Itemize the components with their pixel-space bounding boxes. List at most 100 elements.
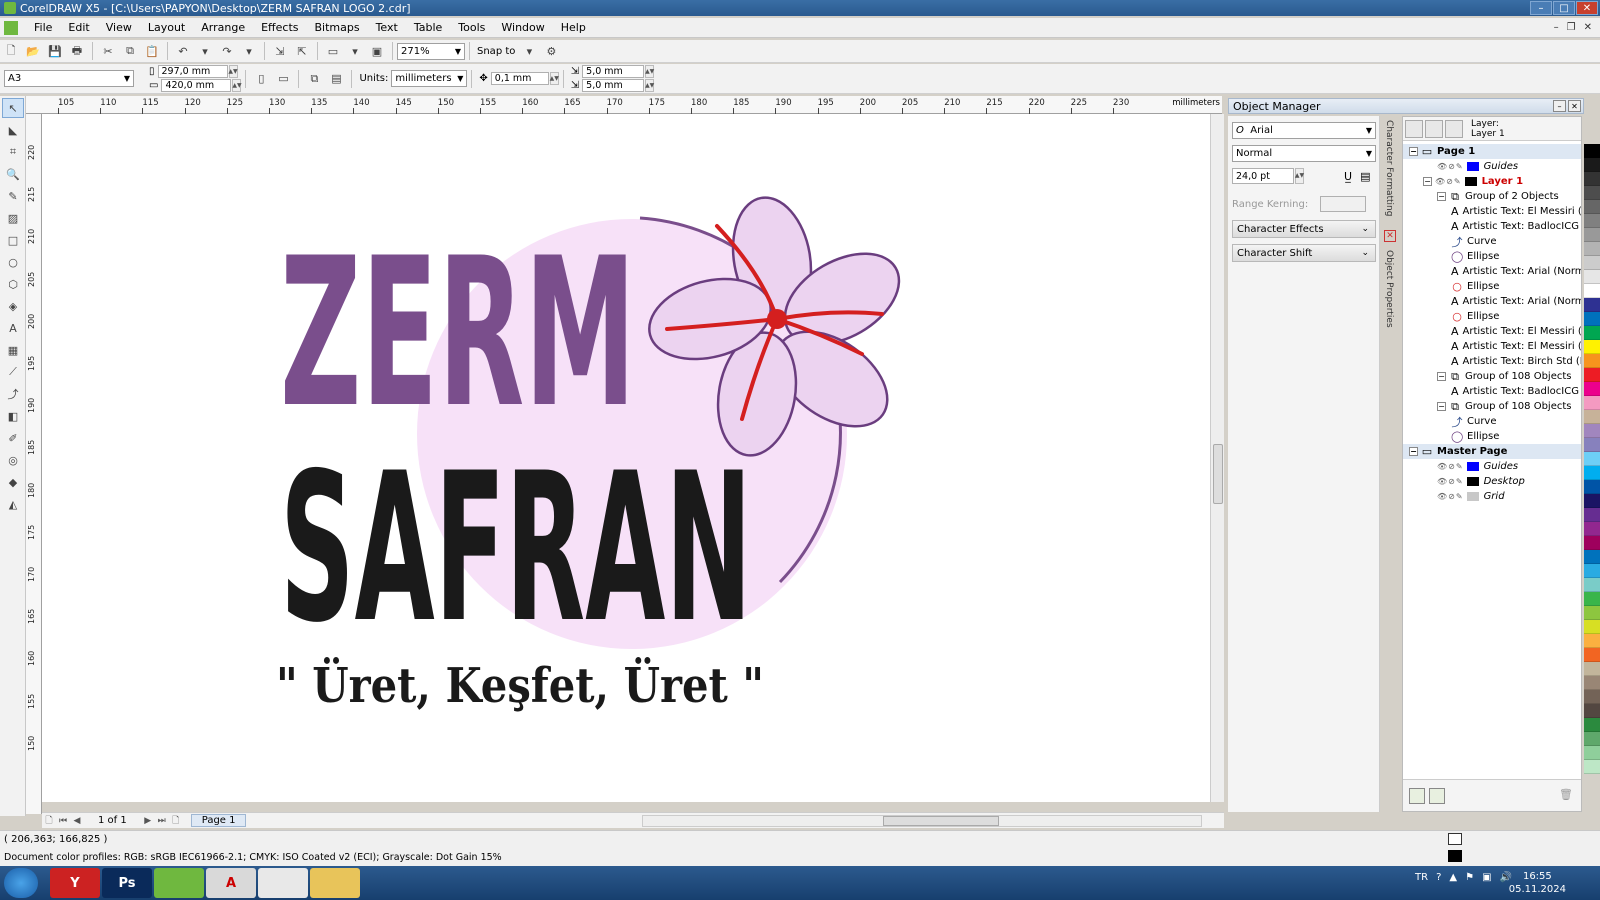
blend-tool-icon[interactable]: ◧ [2,406,24,426]
open-icon[interactable]: 📂 [24,42,42,60]
menu-tools[interactable]: Tools [450,21,493,34]
landscape-icon[interactable]: ▭ [274,70,292,88]
first-page-icon[interactable]: ⏮ [56,816,70,826]
document-icon[interactable] [4,20,18,35]
palette-swatch[interactable] [1584,438,1600,452]
layer-visibility-icon[interactable]: 👁⊘✎ [1437,477,1464,486]
menu-edit[interactable]: Edit [60,21,97,34]
outline-tool-icon[interactable]: ◎ [2,450,24,470]
palette-swatch[interactable] [1584,522,1600,536]
layer-visibility-icon[interactable]: 👁⊘✎ [1437,162,1464,171]
palette-swatch[interactable] [1584,536,1600,550]
menu-file[interactable]: File [26,21,60,34]
palette-swatch[interactable] [1584,396,1600,410]
tree-object-row[interactable]: ⤴ Curve [1403,234,1581,249]
edit-across-layers-icon[interactable] [1425,119,1443,138]
last-page-icon[interactable]: ⏭ [155,816,169,826]
pick-tool-icon[interactable]: ↖ [2,98,24,118]
font-combo[interactable]: O Arial ▼ [1232,122,1376,139]
collapse-icon[interactable]: − [1437,402,1446,411]
language-indicator[interactable]: TR [1415,872,1428,883]
zoom-tool-icon[interactable]: 🔍 [2,164,24,184]
tree-page-row[interactable]: − ▭ Master Page [1403,444,1581,459]
palette-swatch[interactable] [1584,200,1600,214]
palette-swatch[interactable] [1584,676,1600,690]
redo-dropdown-icon[interactable]: ▾ [240,42,258,60]
shape-tool-icon[interactable]: ◣ [2,120,24,140]
menu-view[interactable]: View [98,21,140,34]
palette-swatch[interactable] [1584,270,1600,284]
tray-expand-icon[interactable]: ▲ [1449,872,1457,883]
menu-text[interactable]: Text [368,21,406,34]
undo-icon[interactable]: ↶ [174,42,192,60]
character-shift-section[interactable]: Character Shift ⌄ [1232,244,1376,262]
layer-visibility-icon[interactable]: 👁⊘✎ [1435,177,1462,186]
dimension-tool-icon[interactable]: ⟋ [2,362,24,382]
smart-fill-icon[interactable]: ▨ [2,208,24,228]
tree-layer-row[interactable]: 👁⊘✎ Desktop [1403,474,1581,489]
palette-swatch[interactable] [1584,662,1600,676]
palette-swatch[interactable] [1584,158,1600,172]
palette-swatch[interactable] [1584,256,1600,270]
connector-tool-icon[interactable]: ⤴ [2,384,24,404]
collapse-icon[interactable]: − [1409,447,1418,456]
layer-visibility-icon[interactable]: 👁⊘✎ [1437,462,1464,471]
layer-manager-view-icon[interactable] [1445,119,1463,138]
crop-tool-icon[interactable]: ⌗ [2,142,24,162]
palette-swatch[interactable] [1584,214,1600,228]
palette-swatch[interactable] [1584,578,1600,592]
logo-slogan[interactable]: " Üret, Keşfet, Üret " [276,656,764,714]
menu-window[interactable]: Window [493,21,552,34]
application-launcher-icon[interactable]: ▭ [324,42,342,60]
logo-word-safran[interactable]: SAFRAN [280,430,752,668]
tree-object-row[interactable]: ⤴ Curve [1403,414,1581,429]
palette-swatch[interactable] [1584,690,1600,704]
palette-swatch[interactable] [1584,634,1600,648]
units-combo[interactable]: millimeters ▼ [391,70,468,87]
tab-character-formatting[interactable]: Character Formatting [1384,120,1394,216]
network-icon[interactable]: ▣ [1482,872,1491,883]
font-style-combo[interactable]: Normal ▼ [1232,145,1376,162]
polygon-tool-icon[interactable]: ⬡ [2,274,24,294]
all-pages-icon[interactable]: ⧉ [305,70,323,88]
palette-swatch[interactable] [1584,228,1600,242]
palette-swatch[interactable] [1584,410,1600,424]
vertical-scrollbar[interactable] [1210,114,1224,802]
start-button[interactable] [4,868,38,898]
doc-restore-icon[interactable]: ❐ [1567,22,1576,33]
docker-minimize-icon[interactable]: – [1553,100,1566,112]
palette-swatch[interactable] [1584,368,1600,382]
redo-icon[interactable]: ↷ [218,42,236,60]
page-tab-1[interactable]: Page 1 [190,814,247,827]
palette-swatch[interactable] [1584,452,1600,466]
tree-object-row[interactable]: ◯ Ellipse [1403,429,1581,444]
delete-icon[interactable]: 🗑 [1559,788,1573,801]
text-tool-icon[interactable]: A [2,318,24,338]
close-tab-icon[interactable]: ✕ [1384,230,1396,242]
palette-swatch[interactable] [1584,144,1600,158]
palette-swatch[interactable] [1584,508,1600,522]
flag-icon[interactable]: ⚑ [1465,872,1474,883]
fill-indicator-icon[interactable] [1448,833,1462,845]
taskbar-explorer[interactable] [310,868,360,898]
menu-help[interactable]: Help [553,21,594,34]
tree-page-row[interactable]: − ▭ Page 1 [1403,144,1581,159]
palette-swatch[interactable] [1584,186,1600,200]
text-options-icon[interactable]: ▤ [1360,170,1370,183]
palette-swatch[interactable] [1584,466,1600,480]
tree-object-row[interactable]: − ⧉ Group of 108 Objects [1403,369,1581,384]
fill-tool-icon[interactable]: ◆ [2,472,24,492]
menu-bitmaps[interactable]: Bitmaps [306,21,367,34]
rectangle-tool-icon[interactable]: □ [2,230,24,250]
collapse-icon[interactable]: − [1423,177,1432,186]
palette-swatch[interactable] [1584,284,1600,298]
nudge-spinner[interactable]: ▲▼ [550,72,559,85]
nudge-field[interactable]: 0,1 mm [490,72,549,85]
range-kerning-field[interactable] [1320,196,1367,212]
freehand-tool-icon[interactable]: ✎ [2,186,24,206]
collapse-icon[interactable]: − [1437,192,1446,201]
options-icon[interactable]: ⚙ [542,42,560,60]
palette-swatch[interactable] [1584,326,1600,340]
doc-minimize-icon[interactable]: – [1554,22,1559,33]
duplicate-y-field[interactable]: 5,0 mm [582,79,645,92]
